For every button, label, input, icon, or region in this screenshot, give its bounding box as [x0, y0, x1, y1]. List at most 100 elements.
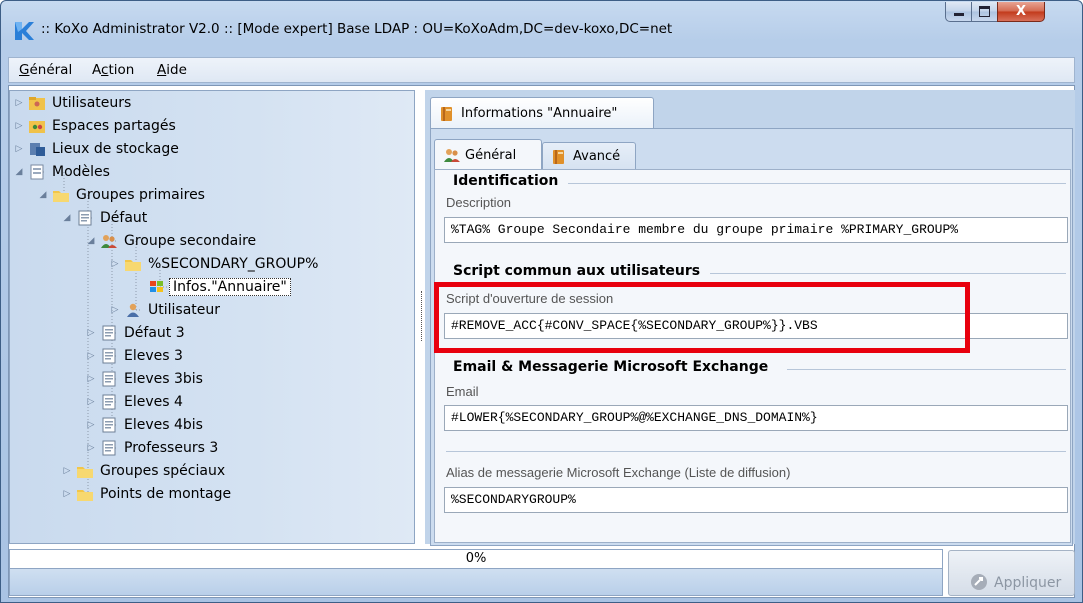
identification-title: Identification — [453, 173, 559, 189]
tree-item-label: Utilisateurs — [52, 95, 132, 111]
collapse-arrow-icon[interactable]: ◢ — [38, 190, 48, 200]
tree-item[interactable]: ▷ Eleves 3 — [86, 346, 183, 366]
expand-arrow-icon[interactable]: ▷ — [110, 259, 120, 269]
tree-item[interactable]: ◢ Groupe secondaire — [86, 231, 257, 251]
tree-item[interactable]: ▷ Eleves 4 — [86, 392, 183, 412]
tree-item-label: Eleves 3 — [124, 348, 183, 364]
tree-item[interactable]: ▷ Groupes spéciaux — [62, 461, 226, 481]
expand-arrow-icon[interactable]: ▷ — [86, 420, 96, 430]
tree-item-label: Groupes primaires — [76, 187, 205, 203]
expand-arrow-icon[interactable]: ▷ — [62, 466, 72, 476]
template-icon — [100, 348, 118, 364]
window-title: :: KoXo Administrator V2.0 :: [Mode expe… — [41, 21, 673, 37]
expand-arrow-icon[interactable]: ▷ — [86, 443, 96, 453]
tree-item-label: Eleves 3bis — [124, 371, 203, 387]
storage-icon — [28, 141, 46, 157]
expand-arrow-icon[interactable]: ▷ — [86, 351, 96, 361]
tree-item[interactable]: ▷ Lieux de stockage — [14, 139, 179, 159]
tree-item[interactable]: ▷ Professeurs 3 — [86, 438, 219, 458]
script-divider — [710, 273, 1066, 274]
email-field[interactable]: #LOWER{%SECONDARY_GROUP%@%EXCHANGE_DNS_D… — [444, 405, 1068, 431]
menu-general-mnemonic: G — [19, 62, 30, 78]
koxo-app-icon — [15, 22, 34, 40]
folder-icon — [76, 486, 94, 502]
tree-item[interactable]: ▷ Points de montage — [62, 484, 232, 504]
maximize-button[interactable] — [971, 2, 998, 22]
tab-avance-label: Avancé — [573, 149, 621, 164]
exchange-alias-field[interactable]: %SECONDARYGROUP% — [444, 487, 1068, 513]
tree-item[interactable]: ▷ Utilisateurs — [14, 93, 132, 113]
main-window: :: KoXo Administrator V2.0 :: [Mode expe… — [0, 0, 1083, 603]
tree-item[interactable]: ▷ Espaces partagés — [14, 116, 176, 136]
menu-aide[interactable]: Aide — [157, 62, 187, 78]
template-icon — [100, 440, 118, 456]
users-icon — [443, 147, 460, 163]
tree-item[interactable]: Infos."Annuaire" — [134, 277, 291, 297]
exchange-alias-label: Alias de messagerie Microsoft Exchange (… — [446, 465, 791, 480]
close-button[interactable]: X — [997, 2, 1045, 22]
apply-button[interactable]: Appliquer — [948, 550, 1075, 596]
script-section-title: Script commun aux utilisateurs — [453, 263, 701, 279]
group-icon — [100, 233, 118, 249]
expand-arrow-icon[interactable]: ▷ — [86, 328, 96, 338]
tree-item[interactable]: ▷ Défaut 3 — [86, 323, 185, 343]
menu-general[interactable]: Général — [19, 62, 72, 78]
tree-item-label: Points de montage — [100, 486, 232, 502]
description-label: Description — [446, 195, 512, 210]
tree-item[interactable]: ◢ Défaut — [62, 208, 148, 228]
apply-label: Appliquer — [994, 575, 1062, 591]
tab-informations-annuaire-label: Informations "Annuaire" — [461, 106, 618, 121]
menu-action[interactable]: Action — [92, 62, 134, 78]
tree-item[interactable]: ◢ Groupes primaires — [38, 185, 205, 205]
alias-divider — [446, 451, 1066, 452]
tab-general[interactable]: Général — [434, 139, 542, 170]
status-bar — [9, 569, 943, 596]
title-bar[interactable]: :: KoXo Administrator V2.0 :: [Mode expe… — [1, 1, 1082, 47]
tree-item[interactable]: ▷ Eleves 4bis — [86, 415, 203, 435]
tree-item-label: Eleves 4bis — [124, 417, 203, 433]
tab-avance[interactable]: Avancé — [542, 142, 636, 170]
login-script-label: Script d'ouverture de session — [446, 291, 614, 306]
tree-item[interactable]: ▷ %SECONDARY_GROUP% — [110, 254, 319, 274]
tree-view[interactable]: ▷ Utilisateurs ▷ Espaces partagés ▷ Lieux de … — [9, 90, 415, 544]
book-icon — [551, 149, 567, 165]
maximize-icon — [979, 6, 990, 17]
email-section-title: Email & Messagerie Microsoft Exchange — [453, 359, 769, 375]
template-icon — [100, 417, 118, 433]
tree-item-label: Espaces partagés — [52, 118, 176, 134]
users-folder-icon — [28, 95, 46, 111]
tree-item[interactable]: ▷ Eleves 3bis — [86, 369, 203, 389]
menu-action-label: tion — [108, 62, 135, 78]
tree-item-label: Infos."Annuaire" — [169, 278, 291, 296]
tree-item[interactable]: ◢ Modèles — [14, 162, 110, 182]
menu-action-prefix: A — [92, 62, 101, 78]
folder-icon — [124, 256, 142, 272]
identification-divider — [568, 183, 1066, 184]
login-script-field[interactable]: #REMOVE_ACC{#CONV_SPACE{%SECONDARY_GROUP… — [444, 313, 1068, 339]
user-icon — [124, 302, 142, 318]
expand-arrow-icon[interactable]: ▷ — [14, 144, 24, 154]
tree-item-label: Défaut 3 — [124, 325, 185, 341]
expand-arrow-icon[interactable]: ▷ — [14, 98, 24, 108]
expand-arrow-icon[interactable]: ▷ — [62, 489, 72, 499]
minimize-button[interactable] — [945, 2, 972, 22]
tab-informations-annuaire[interactable]: Informations "Annuaire" — [430, 97, 654, 129]
tree-item-label: Groupes spéciaux — [100, 463, 226, 479]
template-icon — [76, 210, 94, 226]
expand-arrow-icon[interactable]: ▷ — [110, 305, 120, 315]
description-field[interactable]: %TAG% Groupe Secondaire membre du groupe… — [444, 217, 1068, 243]
tree-item-label: Groupe secondaire — [124, 233, 257, 249]
collapse-arrow-icon[interactable]: ◢ — [14, 167, 24, 177]
collapse-arrow-icon[interactable]: ◢ — [62, 213, 72, 223]
tree-item-label: Professeurs 3 — [124, 440, 219, 456]
tree-item[interactable]: ▷ Utilisateur — [110, 300, 220, 320]
collapse-arrow-icon[interactable]: ◢ — [86, 236, 96, 246]
apply-icon — [971, 574, 987, 590]
expand-arrow-icon[interactable]: ▷ — [86, 374, 96, 384]
template-icon — [100, 325, 118, 341]
menu-aide-mnemonic: A — [157, 62, 167, 78]
folder-icon — [52, 187, 70, 203]
tree-item-label: Défaut — [100, 210, 148, 226]
expand-arrow-icon[interactable]: ▷ — [14, 121, 24, 131]
expand-arrow-icon[interactable]: ▷ — [86, 397, 96, 407]
